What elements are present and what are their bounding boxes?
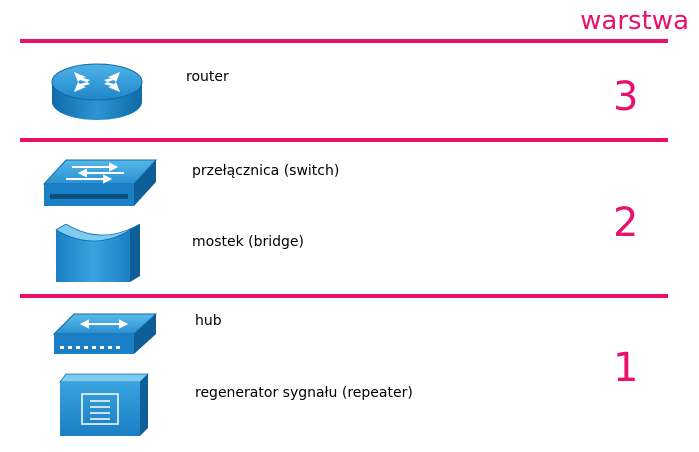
bridge-icon	[55, 224, 141, 282]
router-label: router	[186, 69, 229, 85]
repeater-icon	[59, 373, 149, 436]
layer-number-3: 3	[613, 74, 639, 120]
hub-icon	[52, 313, 158, 354]
layer-column-header: warstwa	[580, 6, 689, 36]
router-icon	[51, 63, 143, 120]
hub-label: hub	[195, 313, 222, 329]
switch-label: przełącznica (switch)	[192, 163, 340, 179]
layer-number-1: 1	[613, 345, 639, 391]
divider-top	[20, 39, 668, 43]
repeater-label: regenerator sygnału (repeater)	[195, 385, 413, 401]
switch-icon	[42, 159, 158, 206]
divider-layer-2-1	[20, 294, 668, 298]
layer-number-2: 2	[613, 200, 639, 246]
divider-layer-3-2	[20, 138, 668, 142]
bridge-label: mostek (bridge)	[192, 234, 304, 250]
